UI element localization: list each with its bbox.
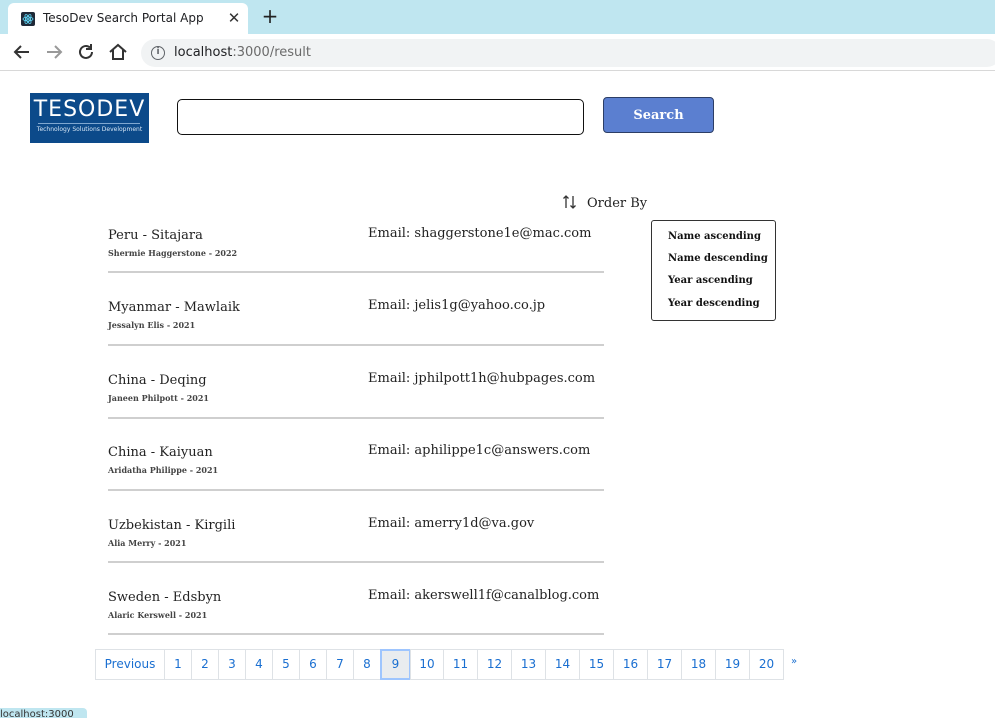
order-option-year-descending[interactable]: Year descending	[668, 298, 760, 309]
result-divider	[108, 271, 604, 273]
result-title: Myanmar - Mawlaik	[108, 300, 240, 315]
home-icon[interactable]	[107, 41, 129, 63]
tab-title: TesoDev Search Portal App	[43, 11, 204, 25]
result-email: Email: aphilippe1c@answers.com	[368, 443, 591, 458]
react-favicon-icon	[21, 12, 35, 26]
result-divider	[108, 561, 604, 563]
page-button-8[interactable]: 8	[353, 649, 381, 680]
page-button-16[interactable]: 16	[613, 649, 648, 680]
forward-arrow-icon[interactable]	[43, 41, 65, 63]
previous-page-button[interactable]: Previous	[95, 649, 165, 680]
search-button[interactable]: Search	[603, 97, 714, 133]
result-subtitle: Alaric Kerswell - 2021	[108, 610, 208, 620]
result-subtitle: Jessalyn Elis - 2021	[108, 320, 196, 330]
page-button-6[interactable]: 6	[299, 649, 327, 680]
browser-toolbar: i localhost:3000/result	[0, 34, 995, 71]
page-button-15[interactable]: 15	[579, 649, 614, 680]
order-menu: Name ascending Name descending Year asce…	[651, 220, 776, 321]
order-option-name-descending[interactable]: Name descending	[668, 253, 768, 264]
result-item[interactable]: Myanmar - Mawlaik Jessalyn Elis - 2021 E…	[108, 298, 604, 360]
result-title: Peru - Sitajara	[108, 228, 203, 243]
page-button-1[interactable]: 1	[164, 649, 192, 680]
result-title: China - Deqing	[108, 373, 207, 388]
reload-icon[interactable]	[75, 41, 97, 63]
result-title: Sweden - Edsbyn	[108, 590, 222, 605]
new-tab-icon[interactable]: +	[260, 6, 280, 26]
result-item[interactable]: China - Kaiyuan Aridatha Philippe - 2021…	[108, 443, 604, 505]
result-item[interactable]: Sweden - Edsbyn Alaric Kerswell - 2021 E…	[108, 588, 604, 650]
sort-arrows-icon	[562, 194, 578, 210]
page-button-4[interactable]: 4	[245, 649, 273, 680]
result-title: Uzbekistan - Kirgili	[108, 518, 236, 533]
page-button-13[interactable]: 13	[511, 649, 546, 680]
logo-text: TESODEV	[33, 97, 146, 122]
tesodev-logo[interactable]: TESODEV Technology Solutions Development	[30, 93, 149, 143]
address-bar[interactable]: i localhost:3000/result	[141, 39, 995, 67]
result-item[interactable]: Peru - Sitajara Shermie Haggerstone - 20…	[108, 226, 604, 288]
result-subtitle: Alia Merry - 2021	[108, 538, 187, 548]
result-item[interactable]: China - Deqing Janeen Philpott - 2021 Em…	[108, 371, 604, 433]
page-button-10[interactable]: 10	[410, 649, 444, 680]
order-by-label: Order By	[587, 196, 648, 211]
next-page-button[interactable]: »	[791, 656, 797, 667]
page-button-17[interactable]: 17	[647, 649, 682, 680]
url-text: localhost:3000/result	[174, 45, 311, 60]
order-option-name-ascending[interactable]: Name ascending	[668, 231, 761, 242]
page-button-3[interactable]: 3	[218, 649, 246, 680]
result-subtitle: Shermie Haggerstone - 2022	[108, 248, 238, 258]
close-tab-icon[interactable]: ✕	[225, 9, 243, 27]
result-email: Email: amerry1d@va.gov	[368, 516, 535, 531]
page-button-20[interactable]: 20	[749, 649, 784, 680]
url-host: localhost	[174, 45, 233, 60]
result-divider	[108, 489, 604, 491]
browser-tab-bar: TesoDev Search Portal App ✕ +	[0, 0, 995, 34]
order-option-year-ascending[interactable]: Year ascending	[668, 275, 753, 286]
result-email: Email: akerswell1f@canalblog.com	[368, 588, 600, 603]
result-divider	[108, 344, 604, 346]
result-title: China - Kaiyuan	[108, 445, 213, 460]
page-button-2[interactable]: 2	[191, 649, 219, 680]
pagination: Previous 1 2 3 4 5 6 7 8 9 10 11 12 13 1…	[95, 649, 784, 680]
browser-tab[interactable]: TesoDev Search Portal App ✕	[8, 3, 248, 34]
result-divider	[108, 633, 604, 635]
result-email: Email: shaggerstone1e@mac.com	[368, 226, 592, 241]
back-arrow-icon[interactable]	[11, 41, 33, 63]
info-icon[interactable]: i	[151, 46, 165, 60]
page-button-12[interactable]: 12	[477, 649, 512, 680]
url-path: :3000/result	[232, 45, 311, 60]
result-subtitle: Janeen Philpott - 2021	[108, 393, 209, 403]
status-bar-url: localhost:3000	[0, 708, 87, 718]
result-item[interactable]: Uzbekistan - Kirgili Alia Merry - 2021 E…	[108, 516, 604, 578]
result-email: Email: jphilpott1h@hubpages.com	[368, 371, 596, 386]
page-button-5[interactable]: 5	[272, 649, 300, 680]
result-email: Email: jelis1g@yahoo.co.jp	[368, 298, 546, 313]
page-button-18[interactable]: 18	[681, 649, 716, 680]
logo-divider	[38, 123, 140, 124]
result-divider	[108, 417, 604, 419]
page-button-9-active[interactable]: 9	[380, 649, 411, 680]
page-button-14[interactable]: 14	[545, 649, 580, 680]
search-input[interactable]	[177, 99, 584, 135]
page-button-19[interactable]: 19	[715, 649, 750, 680]
result-subtitle: Aridatha Philippe - 2021	[108, 465, 219, 475]
logo-subtext: Technology Solutions Development	[36, 126, 143, 133]
page-button-11[interactable]: 11	[443, 649, 478, 680]
page-button-7[interactable]: 7	[326, 649, 354, 680]
